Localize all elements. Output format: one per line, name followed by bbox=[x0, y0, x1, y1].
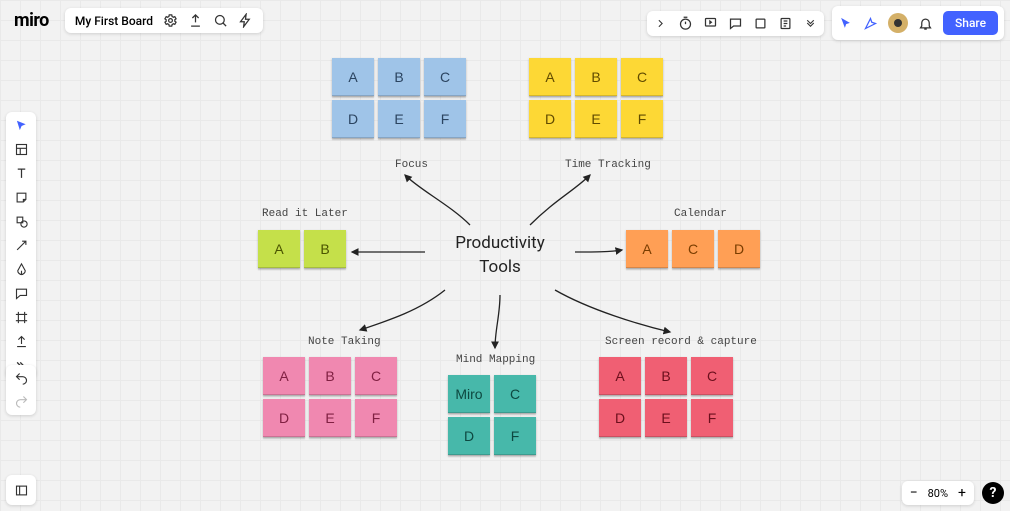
share-button[interactable]: Share bbox=[943, 11, 998, 35]
sticky-note[interactable]: F bbox=[424, 100, 466, 138]
frame-icon[interactable] bbox=[753, 16, 768, 31]
sticky-note[interactable]: A bbox=[263, 357, 305, 395]
sticky-note[interactable]: C bbox=[672, 230, 714, 268]
sticky-note[interactable]: C bbox=[424, 58, 466, 96]
group-label-calendar[interactable]: Calendar bbox=[674, 208, 727, 220]
undo-icon[interactable] bbox=[14, 371, 29, 386]
sticky-note[interactable]: D bbox=[599, 399, 641, 437]
note-icon[interactable] bbox=[778, 16, 793, 31]
comment-icon[interactable] bbox=[728, 16, 743, 31]
upload-icon[interactable] bbox=[14, 334, 29, 349]
sticky-note[interactable]: E bbox=[575, 100, 617, 138]
sticky-note[interactable]: F bbox=[621, 100, 663, 138]
templates-icon[interactable] bbox=[14, 142, 29, 157]
redo-icon[interactable] bbox=[14, 394, 29, 409]
sticky-note[interactable]: F bbox=[494, 417, 536, 455]
sticky-note[interactable]: C bbox=[355, 357, 397, 395]
sticky-group-focus: ABC DEF bbox=[332, 58, 466, 138]
minimap-icon bbox=[14, 483, 29, 498]
settings-icon[interactable] bbox=[163, 13, 178, 28]
bottom-right-controls: − 80% + ? bbox=[902, 481, 1004, 505]
board-info-pill: My First Board bbox=[65, 8, 263, 33]
group-label-focus[interactable]: Focus bbox=[395, 159, 428, 171]
sticky-note[interactable]: D bbox=[263, 399, 305, 437]
view-controls-group bbox=[647, 11, 824, 36]
zoom-out-button[interactable]: − bbox=[910, 485, 918, 501]
sticky-note[interactable]: B bbox=[575, 58, 617, 96]
top-right-controls: Share bbox=[647, 6, 1004, 40]
group-label-note-taking[interactable]: Note Taking bbox=[308, 336, 381, 348]
sticky-note[interactable]: Miro bbox=[448, 375, 490, 413]
sticky-note[interactable]: D bbox=[332, 100, 374, 138]
sticky-group-note-taking: ABC DEF bbox=[263, 357, 397, 437]
zoom-in-button[interactable]: + bbox=[958, 485, 966, 501]
select-icon[interactable] bbox=[14, 118, 29, 133]
sticky-group-calendar: ACD bbox=[626, 230, 760, 268]
group-label-read-later[interactable]: Read it Later bbox=[262, 208, 348, 220]
sticky-note[interactable]: F bbox=[691, 399, 733, 437]
reactions-icon[interactable] bbox=[863, 16, 878, 31]
sticky-note[interactable]: C bbox=[494, 375, 536, 413]
text-icon[interactable] bbox=[14, 166, 29, 181]
sticky-note[interactable]: A bbox=[626, 230, 668, 268]
sticky-note[interactable]: D bbox=[529, 100, 571, 138]
zoom-level-label[interactable]: 80% bbox=[928, 487, 948, 500]
sticky-group-mind-mapping: MiroCDF bbox=[448, 375, 536, 455]
left-toolbar bbox=[6, 112, 36, 379]
group-label-time-tracking[interactable]: Time Tracking bbox=[565, 159, 651, 171]
comment-tool-icon[interactable] bbox=[14, 286, 29, 301]
pen-icon[interactable] bbox=[14, 262, 29, 277]
sticky-note[interactable]: D bbox=[718, 230, 760, 268]
lightning-icon[interactable] bbox=[238, 13, 253, 28]
history-bar bbox=[6, 365, 36, 415]
collab-group: Share bbox=[832, 6, 1004, 40]
minimap-toggle[interactable] bbox=[6, 475, 36, 505]
sticky-note[interactable]: E bbox=[378, 100, 420, 138]
topbar: miro My First Board bbox=[6, 6, 263, 35]
timer-icon[interactable] bbox=[678, 16, 693, 31]
sticky-note[interactable]: F bbox=[355, 399, 397, 437]
arrow-icon[interactable] bbox=[14, 238, 29, 253]
more-icon[interactable] bbox=[803, 16, 818, 31]
sticky-note[interactable]: E bbox=[645, 399, 687, 437]
search-icon[interactable] bbox=[213, 13, 228, 28]
sticky-note[interactable]: B bbox=[645, 357, 687, 395]
sticky-note[interactable]: D bbox=[448, 417, 490, 455]
frame-tool-icon[interactable] bbox=[14, 310, 29, 325]
board-title[interactable]: My First Board bbox=[75, 14, 153, 28]
sticky-note[interactable]: C bbox=[621, 58, 663, 96]
help-button[interactable]: ? bbox=[982, 482, 1004, 504]
sticky-note[interactable]: A bbox=[529, 58, 571, 96]
sticky-group-time-tracking: ABC DEF bbox=[529, 58, 663, 138]
export-icon[interactable] bbox=[188, 13, 203, 28]
sticky-note[interactable]: A bbox=[332, 58, 374, 96]
sticky-note[interactable]: B bbox=[304, 230, 346, 268]
sticky-note[interactable]: B bbox=[309, 357, 351, 395]
sticky-note[interactable]: C bbox=[691, 357, 733, 395]
center-topic[interactable]: Productivity Tools bbox=[430, 232, 570, 280]
sticky-group-read-later: AB bbox=[258, 230, 346, 268]
sticky-note[interactable]: B bbox=[378, 58, 420, 96]
sticky-icon[interactable] bbox=[14, 190, 29, 205]
sticky-group-screen-record: ABC DEF bbox=[599, 357, 733, 437]
canvas[interactable]: Productivity Tools FocusABCDEFTime Track… bbox=[0, 0, 1010, 511]
bell-icon[interactable] bbox=[918, 16, 933, 31]
chevron-right-icon[interactable] bbox=[653, 16, 668, 31]
cursor-collab-icon[interactable] bbox=[838, 16, 853, 31]
zoom-control: − 80% + bbox=[902, 481, 974, 505]
group-label-mind-mapping[interactable]: Mind Mapping bbox=[456, 354, 535, 366]
sticky-note[interactable]: E bbox=[309, 399, 351, 437]
present-icon[interactable] bbox=[703, 16, 718, 31]
user-avatar[interactable] bbox=[888, 13, 908, 33]
group-label-screen-record[interactable]: Screen record & capture bbox=[605, 336, 757, 348]
sticky-note[interactable]: A bbox=[258, 230, 300, 268]
sticky-note[interactable]: A bbox=[599, 357, 641, 395]
shape-icon[interactable] bbox=[14, 214, 29, 229]
app-logo[interactable]: miro bbox=[6, 6, 57, 35]
